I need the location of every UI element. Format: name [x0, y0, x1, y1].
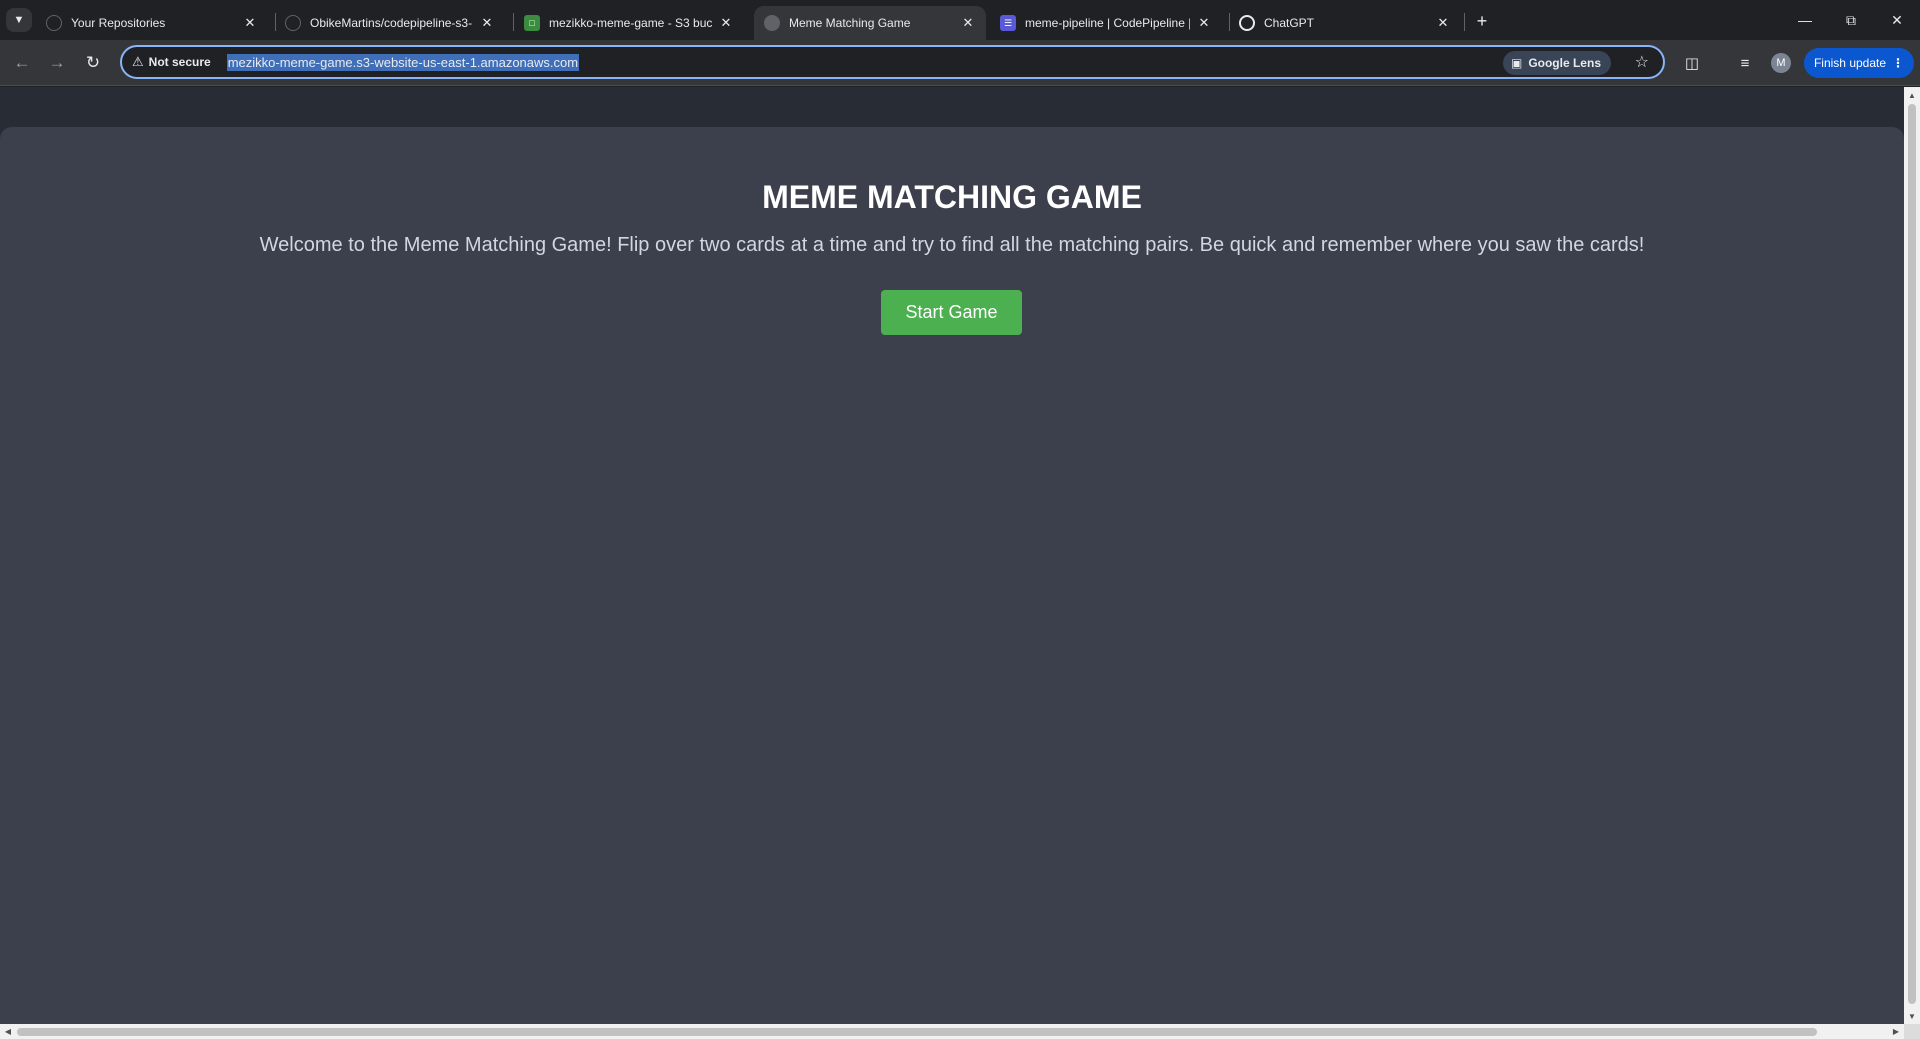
close-icon[interactable]: ✕	[242, 15, 258, 31]
tab-meme-matching-game[interactable]: Meme Matching Game ✕	[754, 6, 986, 40]
google-lens-label: Google Lens	[1528, 56, 1601, 70]
reload-icon[interactable]: ↻	[81, 51, 105, 75]
game-description: Welcome to the Meme Matching Game! Flip …	[259, 234, 1645, 256]
close-icon[interactable]: ✕	[718, 15, 734, 31]
close-icon[interactable]: ✕	[960, 15, 976, 31]
tab-strip: ▼ Your Repositories ✕ ObikeMartins/codep…	[0, 0, 1920, 40]
globe-icon	[764, 15, 780, 31]
game-container	[0, 127, 1904, 1024]
warning-triangle-icon: ⚠	[132, 54, 144, 69]
vertical-scroll-thumb[interactable]	[1908, 104, 1916, 1004]
page-viewport: MEME MATCHING GAME Welcome to the Meme M…	[0, 87, 1904, 1024]
media-queue-icon[interactable]: ≡	[1733, 51, 1757, 75]
github-icon	[285, 15, 301, 31]
scrollbar-corner	[1904, 1024, 1920, 1039]
tab-search-chevron-icon[interactable]: ▼	[6, 8, 32, 32]
tab-chatgpt[interactable]: ChatGPT ✕	[1229, 6, 1461, 40]
tab-title: ObikeMartins/codepipeline-s3-	[310, 16, 473, 30]
chatgpt-icon	[1239, 15, 1255, 31]
restore-icon[interactable]: ⧉	[1828, 0, 1874, 40]
browser-toolbar: ← → ↻ ⚠ Not secure mezikko-meme-game.s3-…	[0, 40, 1920, 86]
scroll-right-arrow-icon[interactable]: ▶	[1888, 1024, 1904, 1039]
tab-s3-bucket[interactable]: □ mezikko-meme-game - S3 buck ✕	[514, 6, 744, 40]
lens-icon: ▣	[1510, 56, 1523, 70]
security-label: Not secure	[148, 55, 211, 69]
bookmark-star-icon[interactable]: ☆	[1635, 52, 1649, 72]
start-game-button[interactable]: Start Game	[881, 290, 1022, 335]
close-icon[interactable]: ✕	[479, 15, 495, 31]
back-arrow-icon[interactable]: ←	[10, 51, 34, 75]
github-icon	[46, 15, 62, 31]
close-icon[interactable]: ✕	[1435, 15, 1451, 31]
tab-your-repositories[interactable]: Your Repositories ✕	[36, 6, 268, 40]
scroll-up-arrow-icon[interactable]: ▲	[1904, 87, 1920, 103]
security-indicator[interactable]: ⚠ Not secure	[132, 54, 211, 70]
close-icon[interactable]: ✕	[1196, 15, 1212, 31]
window-close-icon[interactable]: ✕	[1874, 0, 1920, 40]
scroll-left-arrow-icon[interactable]: ◀	[0, 1024, 16, 1039]
tab-title: meme-pipeline | CodePipeline |	[1025, 16, 1190, 30]
url-text[interactable]: mezikko-meme-game.s3-website-us-east-1.a…	[226, 53, 580, 71]
extensions-puzzle-icon[interactable]: ◫	[1680, 51, 1704, 75]
google-lens-button[interactable]: ▣ Google Lens	[1502, 51, 1611, 75]
tab-title: Meme Matching Game	[789, 16, 911, 30]
new-tab-plus-icon[interactable]: +	[1470, 9, 1494, 33]
tab-title: mezikko-meme-game - S3 buck	[549, 16, 712, 30]
finish-update-button[interactable]: Finish update ⋮	[1804, 48, 1914, 78]
s3-bucket-icon: □	[524, 15, 540, 31]
forward-arrow-icon[interactable]: →	[45, 51, 69, 75]
codepipeline-icon: ☰	[1000, 15, 1016, 31]
finish-update-label: Finish update	[1813, 56, 1887, 70]
tab-codepipeline-repo[interactable]: ObikeMartins/codepipeline-s3- ✕	[275, 6, 505, 40]
vertical-scrollbar[interactable]: ▲ ▼	[1904, 87, 1920, 1024]
more-vertical-icon: ⋮	[1892, 56, 1905, 70]
profile-initial: M	[1776, 57, 1786, 69]
profile-avatar[interactable]: M	[1771, 53, 1791, 73]
tab-divider	[1464, 13, 1465, 31]
tab-title: ChatGPT	[1264, 16, 1315, 30]
horizontal-scrollbar[interactable]: ◀ ▶	[0, 1024, 1904, 1039]
page-title: MEME MATCHING GAME	[762, 179, 1142, 215]
scroll-down-arrow-icon[interactable]: ▼	[1904, 1008, 1920, 1024]
tab-title: Your Repositories	[71, 16, 166, 30]
minimize-icon[interactable]: —	[1782, 0, 1828, 40]
tab-codepipeline[interactable]: ☰ meme-pipeline | CodePipeline | ✕	[990, 6, 1222, 40]
horizontal-scroll-thumb[interactable]	[17, 1028, 1817, 1036]
address-bar[interactable]: ⚠ Not secure mezikko-meme-game.s3-websit…	[120, 45, 1665, 79]
